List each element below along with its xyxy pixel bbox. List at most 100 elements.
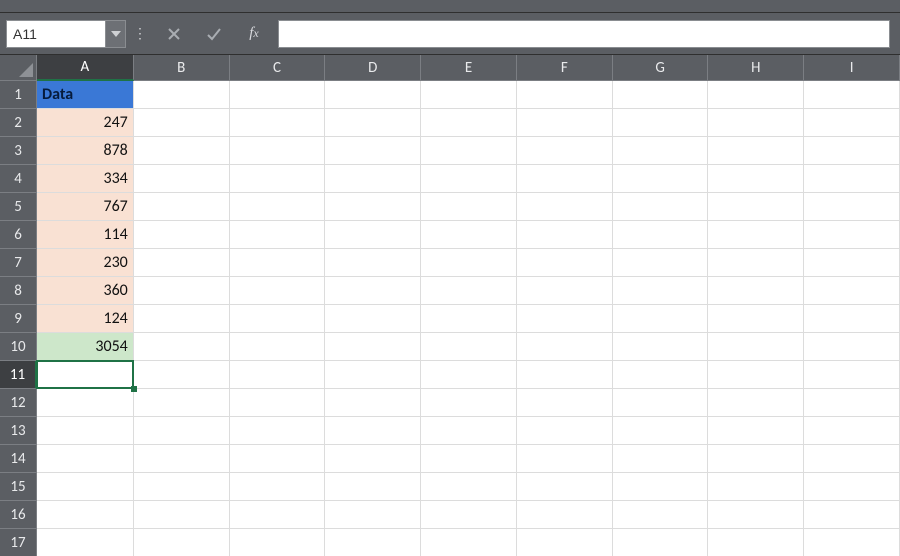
cell[interactable] xyxy=(325,109,421,137)
cell[interactable] xyxy=(134,333,230,361)
cell[interactable] xyxy=(134,277,230,305)
cell[interactable] xyxy=(325,305,421,333)
fill-handle[interactable] xyxy=(131,386,137,392)
column-header[interactable]: E xyxy=(421,55,517,81)
cell[interactable] xyxy=(230,529,326,556)
cell[interactable] xyxy=(517,389,613,417)
cell[interactable] xyxy=(37,389,134,417)
cell[interactable] xyxy=(134,473,230,501)
column-headers[interactable]: ABCDEFGHI xyxy=(37,55,900,81)
cell[interactable] xyxy=(804,305,900,333)
cell[interactable] xyxy=(325,137,421,165)
cell[interactable] xyxy=(613,165,709,193)
cell[interactable] xyxy=(421,417,517,445)
cell[interactable] xyxy=(134,417,230,445)
cell[interactable] xyxy=(37,417,134,445)
cell[interactable] xyxy=(708,473,804,501)
cell[interactable] xyxy=(37,361,134,389)
cell[interactable] xyxy=(613,473,709,501)
column-header[interactable]: C xyxy=(230,55,326,81)
cell[interactable] xyxy=(517,81,613,109)
formula-input[interactable] xyxy=(278,20,890,48)
cell[interactable] xyxy=(804,221,900,249)
cell[interactable] xyxy=(804,249,900,277)
cell[interactable] xyxy=(230,333,326,361)
row-header[interactable]: 16 xyxy=(0,501,37,529)
cell[interactable] xyxy=(325,501,421,529)
cell[interactable] xyxy=(325,529,421,556)
cell[interactable] xyxy=(804,389,900,417)
cell[interactable] xyxy=(517,417,613,445)
cell[interactable] xyxy=(230,417,326,445)
cell[interactable] xyxy=(804,81,900,109)
cell[interactable] xyxy=(517,249,613,277)
cell[interactable] xyxy=(708,445,804,473)
cell[interactable] xyxy=(230,165,326,193)
cell[interactable] xyxy=(517,221,613,249)
cell[interactable] xyxy=(517,165,613,193)
cell[interactable]: 360 xyxy=(37,277,134,305)
cell[interactable] xyxy=(613,501,709,529)
cell[interactable] xyxy=(708,221,804,249)
cell[interactable]: 3054 xyxy=(37,333,134,361)
spreadsheet-grid[interactable]: ABCDEFGHI 1234567891011121314151617 Data… xyxy=(0,55,900,556)
cell[interactable] xyxy=(134,137,230,165)
cell[interactable] xyxy=(804,165,900,193)
cell[interactable] xyxy=(613,193,709,221)
cell[interactable] xyxy=(421,221,517,249)
cell[interactable] xyxy=(421,165,517,193)
cell[interactable] xyxy=(230,389,326,417)
cell[interactable] xyxy=(421,193,517,221)
cell[interactable] xyxy=(421,389,517,417)
column-header[interactable]: A xyxy=(37,55,134,81)
cell[interactable] xyxy=(230,249,326,277)
cell[interactable] xyxy=(804,137,900,165)
cell[interactable] xyxy=(804,277,900,305)
cell[interactable] xyxy=(517,305,613,333)
cell[interactable]: 247 xyxy=(37,109,134,137)
cell[interactable] xyxy=(613,277,709,305)
cell[interactable] xyxy=(134,165,230,193)
cell[interactable] xyxy=(134,445,230,473)
cell[interactable] xyxy=(517,193,613,221)
cell[interactable] xyxy=(421,501,517,529)
cell[interactable] xyxy=(804,333,900,361)
cell[interactable] xyxy=(230,501,326,529)
cell[interactable] xyxy=(708,389,804,417)
cell[interactable]: 878 xyxy=(37,137,134,165)
row-header[interactable]: 2 xyxy=(0,109,37,137)
cell[interactable] xyxy=(708,305,804,333)
row-header[interactable]: 4 xyxy=(0,165,37,193)
cell[interactable] xyxy=(134,193,230,221)
cell[interactable] xyxy=(708,501,804,529)
cell[interactable] xyxy=(517,361,613,389)
cell[interactable] xyxy=(708,361,804,389)
cell[interactable] xyxy=(230,221,326,249)
cell[interactable] xyxy=(325,165,421,193)
cell[interactable] xyxy=(230,361,326,389)
cell[interactable] xyxy=(613,445,709,473)
cell[interactable] xyxy=(613,417,709,445)
cell[interactable] xyxy=(708,333,804,361)
cell[interactable] xyxy=(230,193,326,221)
cell[interactable] xyxy=(613,529,709,556)
row-header[interactable]: 12 xyxy=(0,389,37,417)
row-header[interactable]: 15 xyxy=(0,473,37,501)
row-header[interactable]: 5 xyxy=(0,193,37,221)
cell[interactable] xyxy=(134,81,230,109)
row-header[interactable]: 1 xyxy=(0,81,37,109)
cell[interactable] xyxy=(421,81,517,109)
cell[interactable] xyxy=(134,529,230,556)
cell[interactable] xyxy=(421,445,517,473)
cell[interactable] xyxy=(708,165,804,193)
row-header[interactable]: 7 xyxy=(0,249,37,277)
cell[interactable] xyxy=(134,501,230,529)
cell[interactable]: Data xyxy=(37,81,134,109)
cell[interactable] xyxy=(421,529,517,556)
cell[interactable] xyxy=(421,277,517,305)
cell[interactable] xyxy=(230,277,326,305)
cell[interactable] xyxy=(613,361,709,389)
select-all-corner[interactable] xyxy=(0,55,37,81)
cell[interactable] xyxy=(134,305,230,333)
cell[interactable] xyxy=(804,473,900,501)
